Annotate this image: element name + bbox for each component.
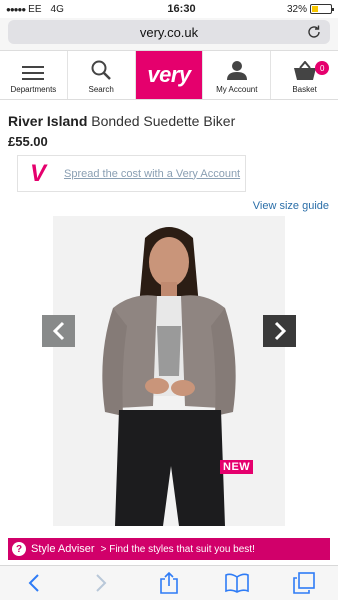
product-brand: River Island [8,113,88,129]
share-icon [160,571,178,594]
next-image-button[interactable] [263,315,296,347]
product-price: £55.00 [8,134,48,149]
my-account-label: My Account [216,85,258,94]
basket-icon [293,61,316,80]
search-icon [91,60,112,80]
product-name: Bonded Suedette Biker [91,113,236,129]
status-bar: ●●●●● EE 4G 16:30 32% [0,0,338,18]
model-illustration [53,216,285,526]
very-logo[interactable]: very [135,51,204,99]
share-button[interactable] [149,568,189,598]
carrier-label: EE [28,3,42,15]
tabs-button[interactable] [284,568,324,598]
basket-count-badge: 0 [315,61,330,75]
battery-icon [310,4,334,14]
bookmarks-button[interactable] [217,568,257,598]
new-badge: NEW [220,460,254,474]
basket-button[interactable]: Basket 0 [271,51,338,99]
search-label: Search [88,85,114,94]
product-image[interactable] [53,216,285,526]
product-title: River Island Bonded Suedette Biker [8,113,235,129]
clock: 16:30 [167,3,196,15]
finance-banner[interactable]: V Spread the cost with a Very Account [17,155,246,192]
style-adviser-banner[interactable]: ? Style Adviser > Find the styles that s… [8,538,330,560]
site-nav: Departments Search very My Account Baske… [0,50,338,100]
very-account-logo: V [30,159,47,187]
book-icon [224,573,249,593]
tabs-icon [293,572,315,594]
network-label: 4G [50,3,64,15]
address-bar[interactable]: very.co.uk [8,20,330,44]
url-text: very.co.uk [139,24,199,40]
departments-label: Departments [10,85,57,94]
forward-arrow-icon [96,574,107,592]
menu-icon [22,66,45,80]
departments-button[interactable]: Departments [0,51,68,99]
signal-dots-icon: ●●●●● [6,4,26,14]
my-account-button[interactable]: My Account [203,51,272,99]
previous-image-button[interactable] [42,315,75,347]
logo-text: very [147,62,191,87]
back-button[interactable] [14,568,54,598]
style-adviser-label: Style Adviser [31,543,95,555]
help-icon: ? [12,542,26,556]
chevron-right-icon [274,321,286,341]
style-adviser-text: > Find the styles that suit you best! [100,543,255,555]
browser-address-area: very.co.uk [0,18,338,50]
battery-percent: 32% [286,3,307,15]
basket-label: Basket [292,85,317,94]
back-arrow-icon [28,574,39,592]
forward-button[interactable] [81,568,121,598]
user-icon [226,61,247,80]
chevron-left-icon [52,321,64,341]
size-guide-link[interactable]: View size guide [253,200,329,212]
reload-icon[interactable] [306,24,322,40]
browser-toolbar [0,565,338,600]
finance-link[interactable]: Spread the cost with a Very Account [64,168,240,180]
search-button[interactable]: Search [68,51,136,99]
